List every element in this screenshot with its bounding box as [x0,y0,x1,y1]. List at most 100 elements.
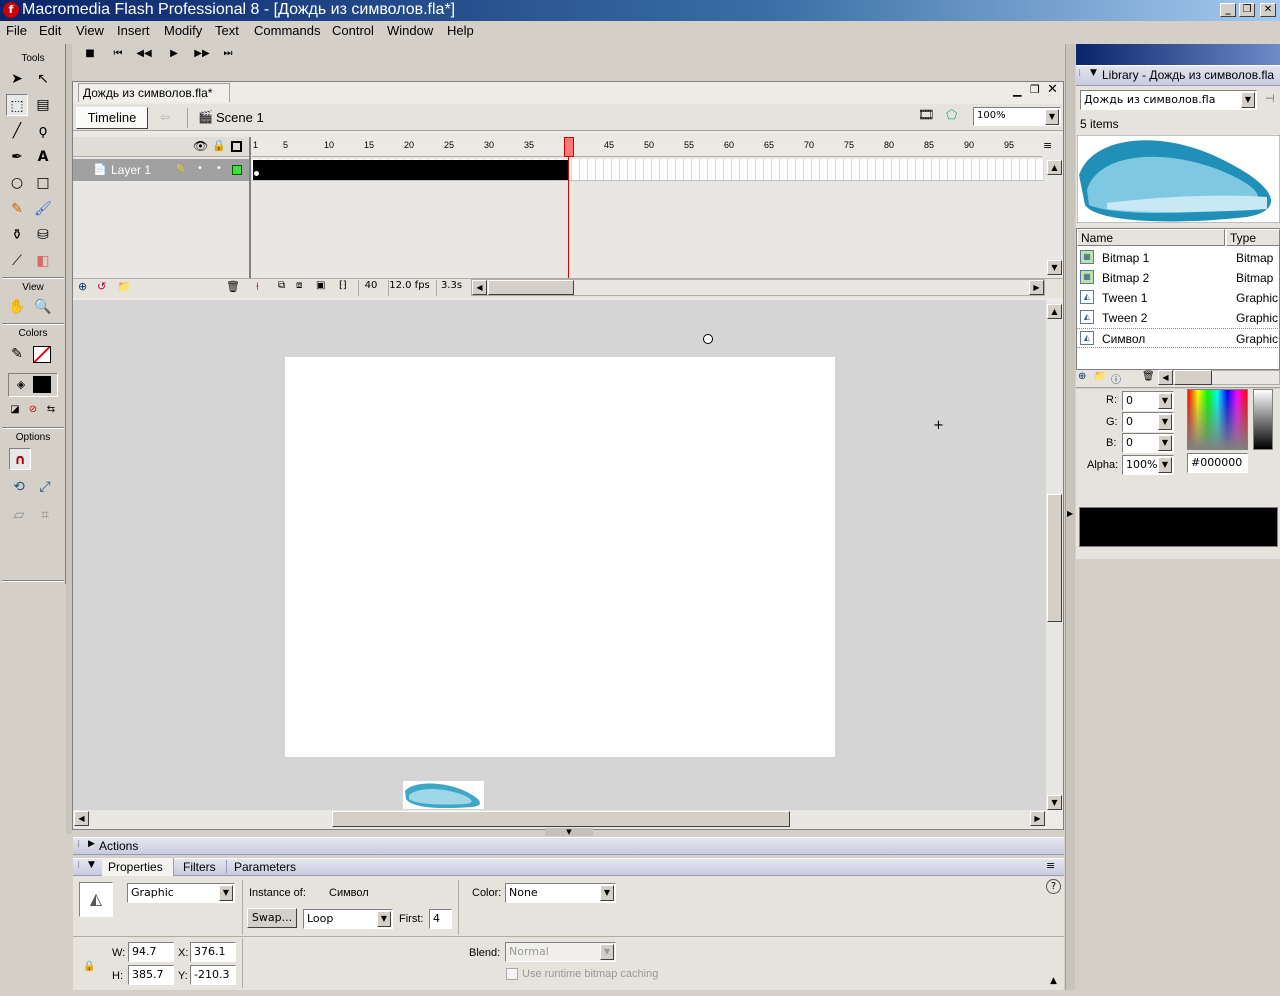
column-name-header[interactable]: Name [1077,229,1225,246]
collapse-arrow-icon[interactable]: ▼ [1090,68,1097,78]
rotate-skew-icon[interactable]: ⟲ [8,476,30,498]
close-button[interactable]: ✕ [1260,3,1276,17]
menu-file[interactable]: File [6,23,27,38]
insert-layer-icon[interactable]: ⊕ [78,280,87,293]
insert-folder-icon[interactable]: 📁 [117,280,131,293]
gradient-transform-tool-icon[interactable]: ▤ [32,94,54,116]
new-symbol-icon[interactable]: ⊕ [1078,371,1086,382]
library-item[interactable]: ◭ Tween 2 Graphic [1077,308,1280,328]
minimize-button[interactable]: _ [1220,3,1236,17]
tab-filters[interactable]: Filters [183,860,216,874]
zoom-select[interactable]: 100% ▼ [973,107,1061,126]
edit-scene-icon[interactable]: 🎞 [918,108,935,123]
delete-icon[interactable]: 🗑 [1142,371,1155,382]
step-back-icon[interactable]: ◀◀ [136,48,152,59]
play-icon[interactable]: ▶ [166,48,182,59]
library-item[interactable]: ▦ Bitmap 2 Bitmap [1077,268,1280,288]
library-hscroll-thumb[interactable] [1174,370,1212,385]
scroll-down-icon[interactable]: ▼ [1047,260,1062,275]
library-item-selected[interactable]: ◭ Символ Graphic [1077,328,1280,348]
symbol-behavior-select[interactable]: Graphic ▼ [127,883,235,903]
menu-help[interactable]: Help [447,23,474,38]
tween-frame-span[interactable] [253,160,568,180]
edit-symbols-icon[interactable]: ⬠ [946,108,957,123]
pen-tool-icon[interactable]: ✒ [6,146,28,168]
eyedropper-tool-icon[interactable]: ⟋ [6,250,28,272]
oval-tool-icon[interactable]: ○ [6,172,28,194]
menu-window[interactable]: Window [387,23,433,38]
fill-color-swatch[interactable] [33,376,51,393]
stop-icon[interactable]: ■ [82,48,98,59]
menu-commands[interactable]: Commands [254,23,320,38]
zoom-tool-icon[interactable]: 🔍 [32,296,54,318]
lasso-tool-icon[interactable]: ϙ [32,120,54,142]
collapse-arrow-icon[interactable]: ▼ [88,860,95,870]
actions-panel-header[interactable] [73,837,1064,855]
frame-ruler[interactable]: 1 5 10 15 20 25 30 35 40 45 50 55 60 65 … [252,137,1042,157]
menu-modify[interactable]: Modify [164,23,202,38]
blend-select[interactable]: Normal ▼ [505,942,616,962]
first-frame-input[interactable]: 4 [429,909,452,929]
modify-onion-markers-icon[interactable]: ⁅⁆ [339,280,347,291]
snap-to-objects-icon[interactable]: ∩ [9,448,31,470]
properties-icon[interactable]: ⓘ [1111,371,1121,386]
menu-insert[interactable]: Insert [117,23,150,38]
edit-multiple-frames-icon[interactable]: ▣ [316,280,325,291]
scroll-left-icon[interactable]: ◀ [1158,370,1173,385]
help-icon[interactable]: ? [1046,879,1061,894]
expand-arrow-icon[interactable]: ▶ [88,839,95,849]
pencil-tool-icon[interactable]: ✎ [6,198,28,220]
distort-icon[interactable]: ▱ [8,504,30,526]
scene-label[interactable]: Scene 1 [216,110,264,125]
y-input[interactable]: -210.3 [190,965,236,985]
ink-bottle-tool-icon[interactable]: ⚱ [6,224,28,246]
subselection-tool-icon[interactable]: ↖ [32,68,54,90]
layer-name[interactable]: Layer 1 [111,163,151,177]
onion-outlines-icon[interactable]: ⧈ [296,280,302,291]
library-item[interactable]: ▦ Bitmap 1 Bitmap [1077,248,1280,268]
stage-hscroll-thumb[interactable] [332,811,790,827]
eraser-tool-icon[interactable]: ◧ [32,250,54,272]
scroll-right-icon[interactable]: ▶ [1030,811,1045,826]
color-spectrum-picker[interactable] [1187,389,1248,450]
menu-edit[interactable]: Edit [39,23,61,38]
add-motion-guide-icon[interactable]: ↺ [97,280,106,293]
rectangle-tool-icon[interactable]: □ [32,172,54,194]
symbol-instance[interactable] [403,781,484,809]
selection-tool-icon[interactable]: ➤ [6,68,28,90]
brush-tool-icon[interactable]: 🖌 [32,198,54,220]
doc-minimize-icon[interactable]: ▁ [1013,84,1021,97]
tab-parameters[interactable]: Parameters [234,860,296,874]
panel-collapse-handle[interactable]: ▼ [545,828,593,836]
scroll-down-icon[interactable]: ▼ [1047,795,1062,810]
stage-vscroll-thumb[interactable] [1047,494,1062,622]
stroke-color-swatch[interactable] [33,346,51,363]
library-item[interactable]: ◭ Tween 1 Graphic [1077,288,1280,308]
column-type-header[interactable]: Type [1226,229,1280,246]
swap-colors-icon[interactable]: ⇆ [40,399,62,421]
lock-dot-icon[interactable]: • [216,163,222,174]
restore-button[interactable]: ❐ [1239,3,1255,17]
step-forward-icon[interactable]: ▶▶ [194,48,210,59]
bitmap-caching-checkbox[interactable] [506,968,518,980]
doc-close-icon[interactable]: ✕ [1047,82,1058,97]
layer-outline-color-icon[interactable] [232,165,242,175]
green-input[interactable]: 0 ▼ [1122,412,1174,432]
panel-options-menu-icon[interactable]: ≡ [1046,859,1055,872]
go-to-end-icon[interactable]: ⏭ [220,48,236,59]
constrain-lock-icon[interactable]: 🔒 [83,961,95,972]
rewind-icon[interactable]: ⏮ [110,48,126,59]
color-effect-select[interactable]: None ▼ [505,883,616,903]
hex-color-input[interactable]: #000000 [1187,453,1248,473]
loop-select[interactable]: Loop ▼ [303,909,393,929]
blue-input[interactable]: 0 ▼ [1122,433,1174,453]
lock-icon[interactable]: 🔒 [212,139,226,152]
panel-resize-icon[interactable]: ▲ [1050,976,1057,986]
menu-control[interactable]: Control [332,23,374,38]
tab-properties[interactable]: Properties [108,860,163,874]
menu-text[interactable]: Text [215,23,239,38]
visibility-dot-icon[interactable]: • [197,163,203,174]
swap-button[interactable]: Swap... [247,908,297,928]
actions-panel-title[interactable]: Actions [99,839,138,853]
scroll-left-icon[interactable]: ◀ [74,811,89,826]
